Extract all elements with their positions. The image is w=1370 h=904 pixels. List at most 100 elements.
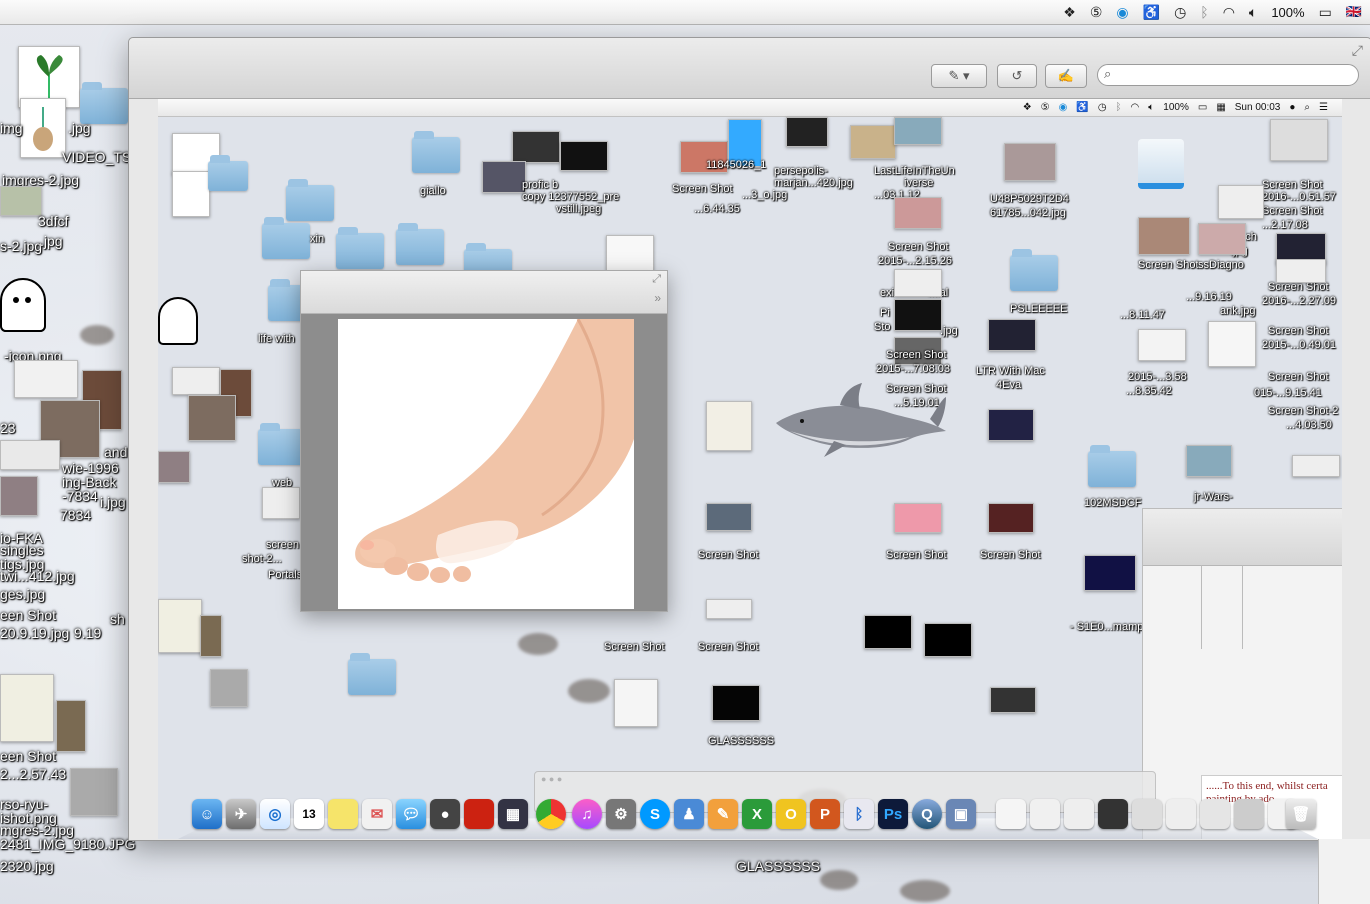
document-thumb[interactable] bbox=[0, 674, 54, 742]
bluetooth-icon[interactable]: ᛒ bbox=[1200, 0, 1208, 24]
image-thumb[interactable] bbox=[864, 615, 912, 649]
image-thumb[interactable] bbox=[1276, 259, 1326, 283]
photo-booth-icon[interactable] bbox=[464, 799, 494, 829]
image-thumb[interactable] bbox=[0, 186, 42, 216]
image-thumb[interactable] bbox=[188, 395, 236, 441]
image-thumb[interactable] bbox=[512, 131, 560, 163]
document-thumb[interactable] bbox=[706, 401, 752, 451]
document-thumb[interactable] bbox=[158, 599, 202, 653]
image-thumb[interactable] bbox=[924, 623, 972, 657]
rotate-button[interactable]: ↺ bbox=[997, 64, 1037, 88]
fullscreen-icon[interactable]: ⤢ bbox=[1352, 42, 1363, 59]
image-thumb[interactable] bbox=[70, 768, 118, 816]
bluetooth-icon[interactable]: ᛒ bbox=[844, 799, 874, 829]
ghost-icon[interactable] bbox=[0, 278, 46, 332]
document-icon[interactable] bbox=[1030, 799, 1060, 829]
dropbox-icon[interactable]: ❖ bbox=[1063, 0, 1076, 24]
image-thumb[interactable] bbox=[1138, 217, 1190, 255]
document-icon[interactable] bbox=[1064, 799, 1094, 829]
document-icon[interactable] bbox=[1132, 799, 1162, 829]
markup-button[interactable]: ✎ ▾ bbox=[931, 64, 987, 88]
image-thumb[interactable] bbox=[1138, 329, 1186, 361]
image-thumb[interactable] bbox=[262, 487, 300, 519]
seed-image-thumb[interactable] bbox=[20, 98, 66, 158]
document-thumb[interactable] bbox=[606, 235, 654, 271]
image-capture-icon[interactable]: ▣ bbox=[946, 799, 976, 829]
folder-icon[interactable] bbox=[412, 131, 460, 173]
image-thumb[interactable] bbox=[706, 599, 752, 619]
facetime-icon[interactable]: ● bbox=[430, 799, 460, 829]
messages-icon[interactable]: 💬︎ bbox=[396, 799, 426, 829]
document-thumb[interactable] bbox=[614, 679, 658, 727]
table-image-thumb[interactable] bbox=[1208, 321, 1256, 367]
notes-icon[interactable] bbox=[328, 799, 358, 829]
image-thumb[interactable] bbox=[990, 687, 1036, 713]
drive-icon[interactable] bbox=[1138, 139, 1184, 189]
image-thumb[interactable] bbox=[850, 125, 896, 159]
edit-button[interactable]: ✍ bbox=[1045, 64, 1087, 88]
document-icon[interactable] bbox=[1166, 799, 1196, 829]
volume-icon[interactable]: 🔈︎ bbox=[1249, 0, 1257, 24]
accessibility-icon[interactable]: ♿ bbox=[1143, 0, 1160, 24]
fullscreen-icon[interactable]: ⤢ bbox=[652, 273, 661, 286]
image-thumb[interactable] bbox=[894, 299, 942, 331]
keynote-icon[interactable]: ♟ bbox=[674, 799, 704, 829]
image-thumb[interactable] bbox=[1198, 223, 1246, 255]
image-thumb[interactable] bbox=[210, 669, 248, 707]
folder-icon[interactable] bbox=[336, 227, 384, 269]
skype-icon[interactable]: ◉ bbox=[1116, 0, 1128, 24]
image-thumb[interactable] bbox=[1084, 555, 1136, 591]
image-thumb[interactable] bbox=[0, 476, 38, 516]
image-thumb[interactable] bbox=[200, 615, 222, 657]
5-icon[interactable]: ⑤ bbox=[1090, 0, 1103, 24]
image-thumb[interactable] bbox=[14, 360, 78, 398]
system-preferences-icon[interactable]: ⚙ bbox=[606, 799, 636, 829]
folder-icon[interactable] bbox=[396, 223, 444, 265]
image-thumb[interactable] bbox=[786, 117, 828, 147]
chrome-icon[interactable] bbox=[536, 799, 566, 829]
folder-icon[interactable] bbox=[286, 179, 334, 221]
pages-icon[interactable]: ✎ bbox=[708, 799, 738, 829]
trash-icon[interactable]: 🗑︎ bbox=[1286, 799, 1316, 829]
battery-icon[interactable]: ▭ bbox=[1319, 0, 1332, 24]
image-thumb[interactable] bbox=[1270, 119, 1328, 161]
quicktime-icon[interactable]: Q bbox=[912, 799, 942, 829]
document-icon[interactable] bbox=[996, 799, 1026, 829]
excel-icon[interactable]: X bbox=[742, 799, 772, 829]
image-thumb[interactable] bbox=[1292, 455, 1340, 477]
image-thumb[interactable] bbox=[56, 700, 86, 752]
image-thumb[interactable] bbox=[894, 269, 942, 297]
folder-icon[interactable] bbox=[1010, 249, 1058, 291]
image-thumb[interactable] bbox=[988, 409, 1034, 441]
document-icon[interactable] bbox=[1200, 799, 1230, 829]
chevron-right-icon[interactable]: » bbox=[654, 291, 661, 305]
skype-icon[interactable]: S bbox=[640, 799, 670, 829]
launchpad-icon[interactable]: ✈ bbox=[226, 799, 256, 829]
ghost-icon[interactable] bbox=[158, 297, 198, 345]
image-thumb[interactable] bbox=[158, 451, 190, 483]
photoshop-icon[interactable]: Ps bbox=[878, 799, 908, 829]
image-thumb[interactable] bbox=[894, 117, 942, 145]
battery-percent[interactable]: 100% bbox=[1271, 5, 1304, 20]
safari-icon[interactable]: ◎ bbox=[260, 799, 290, 829]
image-thumb[interactable] bbox=[894, 503, 942, 533]
image-thumb[interactable] bbox=[1218, 185, 1264, 219]
search-input[interactable]: ⌕ bbox=[1097, 64, 1359, 86]
folder-icon[interactable] bbox=[208, 155, 248, 191]
image-thumb[interactable] bbox=[1186, 445, 1232, 477]
finder-icon[interactable]: ☺ bbox=[192, 799, 222, 829]
image-thumb[interactable] bbox=[712, 685, 760, 721]
document-icon[interactable] bbox=[1098, 799, 1128, 829]
image-thumb[interactable] bbox=[560, 141, 608, 171]
calendar-icon[interactable]: 13 bbox=[294, 799, 324, 829]
document-icon[interactable] bbox=[1234, 799, 1264, 829]
itunes-icon[interactable]: ♫ bbox=[572, 799, 602, 829]
folder-icon[interactable] bbox=[1088, 445, 1136, 487]
iphoto-icon[interactable]: ▦ bbox=[498, 799, 528, 829]
image-thumb[interactable] bbox=[894, 197, 942, 229]
powerpoint-icon[interactable]: P bbox=[810, 799, 840, 829]
time-machine-icon[interactable]: ◷ bbox=[1174, 0, 1186, 24]
folder-icon[interactable] bbox=[258, 423, 306, 465]
folder-icon[interactable] bbox=[348, 653, 396, 695]
seed-image-thumb[interactable] bbox=[172, 171, 210, 217]
